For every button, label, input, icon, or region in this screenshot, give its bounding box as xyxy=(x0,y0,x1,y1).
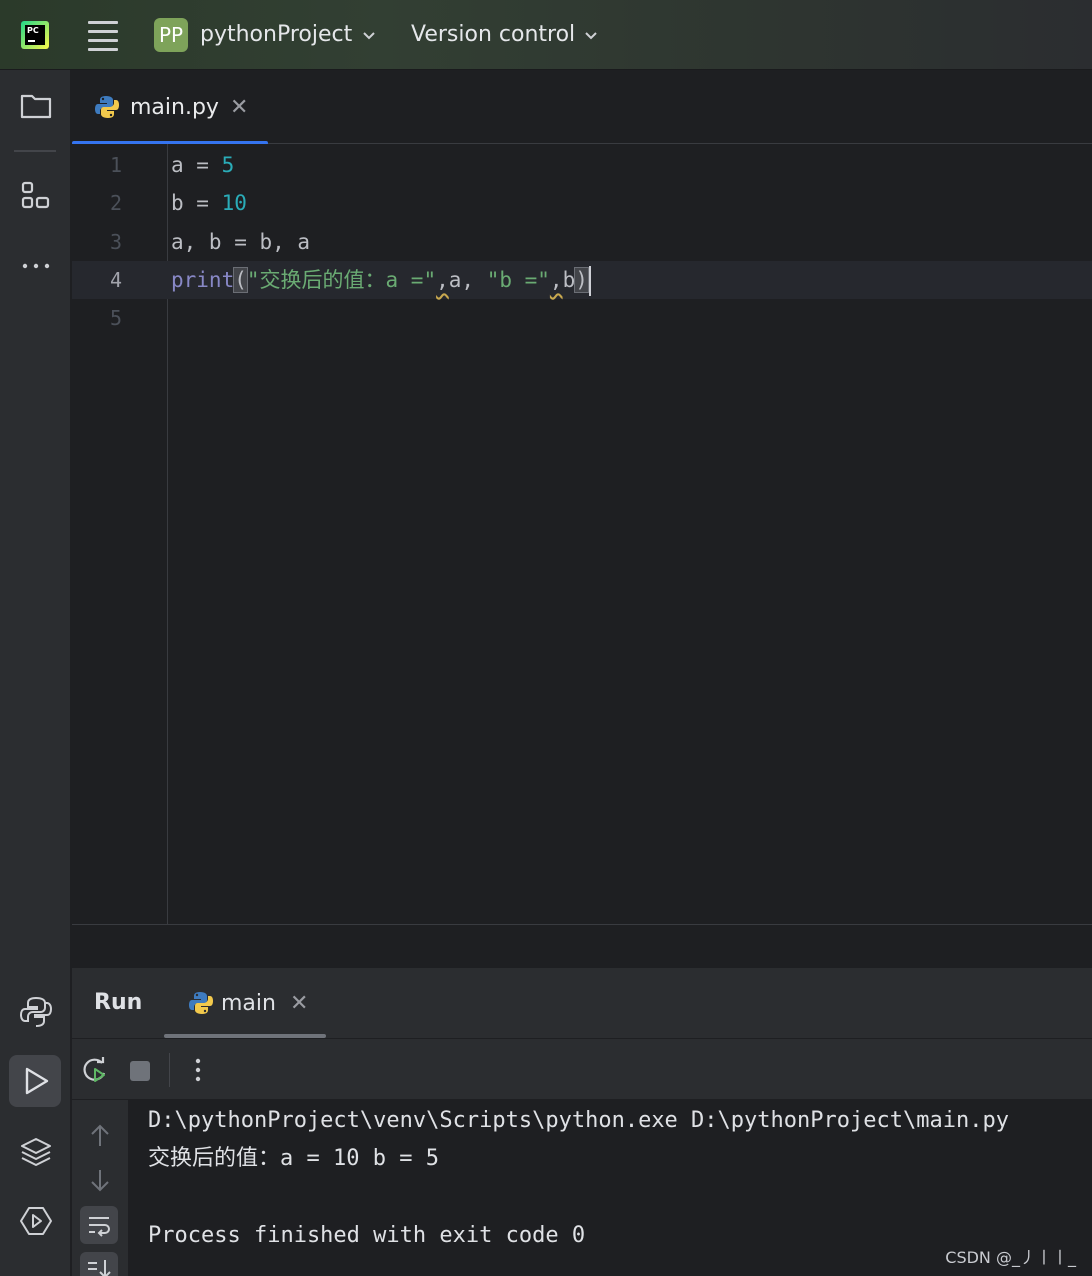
project-badge[interactable]: PP xyxy=(154,18,188,52)
code-editor[interactable]: 1 a = 5 2 b = 10 3 a, b = b, a 4 print("… xyxy=(72,144,1092,924)
arrow-down-icon[interactable] xyxy=(86,1166,114,1194)
line-number: 5 xyxy=(109,306,122,330)
watermark: CSDN @_丿丨丨_ xyxy=(945,1248,1076,1267)
console-line: Process finished with exit code 0 xyxy=(148,1223,586,1248)
soft-wrap-button[interactable] xyxy=(80,1206,118,1244)
console-side-toolbar xyxy=(72,1100,128,1276)
run-tab-label: main xyxy=(221,991,276,1016)
hamburger-icon[interactable] xyxy=(88,21,118,51)
structure-icon[interactable] xyxy=(18,178,54,214)
project-name-dropdown[interactable]: pythonProject xyxy=(200,20,352,50)
stop-icon[interactable] xyxy=(128,1059,152,1083)
close-icon[interactable]: ✕ xyxy=(230,96,248,120)
tab-label: main.py xyxy=(130,95,219,120)
scroll-to-end-icon xyxy=(88,1260,111,1276)
more-icon[interactable] xyxy=(18,248,54,284)
rerun-icon[interactable] xyxy=(80,1055,110,1085)
toolbar-divider xyxy=(14,150,56,152)
tab-main-py[interactable]: main.py ✕ xyxy=(72,70,268,145)
folder-icon[interactable] xyxy=(18,88,54,124)
run-icon[interactable] xyxy=(18,1063,54,1099)
python-console-icon[interactable] xyxy=(18,994,54,1030)
arrow-up-icon[interactable] xyxy=(86,1122,114,1150)
code-text: b = 10 xyxy=(171,191,247,215)
editor-status-area xyxy=(72,924,1092,968)
chevron-down-icon[interactable] xyxy=(362,29,376,43)
pycharm-logo-icon[interactable]: PC xyxy=(21,21,49,49)
run-tab-main[interactable]: main ✕ xyxy=(164,968,326,1038)
chevron-down-icon[interactable] xyxy=(584,29,598,43)
code-text: a, b = b, a xyxy=(171,230,311,254)
code-text: print("交换后的值：a =",a, "b =",b) xyxy=(171,261,591,299)
run-toolbar xyxy=(72,1038,1092,1100)
title-bar: PC PP pythonProject Version control xyxy=(0,0,1092,70)
toolbar-divider xyxy=(169,1053,170,1087)
code-line-current[interactable]: 4 print("交换后的值：a =",a, "b =",b) xyxy=(72,261,1092,299)
line-number: 4 xyxy=(109,268,122,292)
run-tool-window: Run main ✕ D:\pythonProject\venv\Scripts… xyxy=(72,968,1092,1276)
code-line[interactable]: 3 a, b = b, a xyxy=(72,223,1092,261)
line-number: 2 xyxy=(109,191,122,215)
close-icon[interactable]: ✕ xyxy=(290,990,308,1018)
layers-icon[interactable] xyxy=(18,1134,54,1170)
run-panel-title: Run xyxy=(94,990,143,1015)
soft-wrap-icon xyxy=(89,1217,110,1237)
version-control-dropdown[interactable]: Version control xyxy=(411,20,575,50)
scroll-to-end-button[interactable] xyxy=(80,1252,118,1276)
left-tool-window-bar xyxy=(0,70,71,1276)
code-line[interactable]: 5 xyxy=(72,299,1092,337)
python-file-icon xyxy=(95,96,119,118)
line-number: 3 xyxy=(109,230,122,254)
text-caret xyxy=(588,266,591,296)
more-vertical-icon[interactable] xyxy=(184,1055,212,1085)
console-line: 交换后的值：a = 10 b = 5 xyxy=(148,1146,439,1171)
services-icon[interactable] xyxy=(18,1203,54,1239)
code-text: a = 5 xyxy=(171,153,235,177)
line-number: 1 xyxy=(109,153,122,177)
code-line[interactable]: 1 a = 5 xyxy=(72,146,1092,184)
console-line: D:\pythonProject\venv\Scripts\python.exe… xyxy=(148,1108,1009,1133)
code-line[interactable]: 2 b = 10 xyxy=(72,184,1092,222)
editor-tab-bar: main.py ✕ xyxy=(72,70,1092,145)
python-file-icon xyxy=(189,992,213,1014)
